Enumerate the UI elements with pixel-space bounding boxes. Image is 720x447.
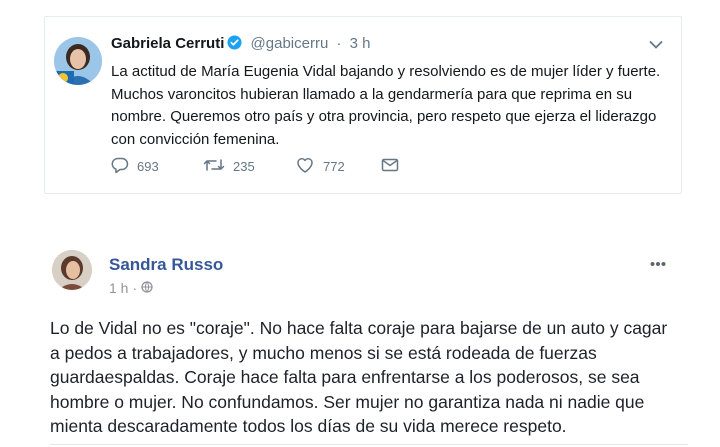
post-meta: 1 h · — [109, 280, 153, 296]
avatar-image — [52, 250, 92, 290]
tweet-time[interactable]: 3 h — [350, 35, 371, 52]
retweet-count: 235 — [233, 158, 255, 174]
author-name[interactable]: Sandra Russo — [109, 255, 223, 275]
globe-icon[interactable] — [141, 280, 153, 296]
tweet-text: La actitud de María Eugenia Vidal bajand… — [111, 63, 661, 148]
like-count: 772 — [323, 158, 345, 174]
tweet-header: Gabriela Cerruti @gabicerru · 3 h — [111, 35, 371, 54]
meta-separator: · — [336, 35, 342, 52]
meta-separator: · — [132, 280, 138, 296]
direct-message-button[interactable] — [381, 157, 399, 176]
reply-icon — [111, 156, 129, 177]
retweet-icon — [203, 156, 225, 177]
avatar[interactable] — [52, 250, 92, 290]
avatar-image — [54, 37, 102, 85]
avatar[interactable] — [54, 37, 102, 85]
chevron-down-icon[interactable] — [649, 37, 663, 55]
divider — [50, 444, 688, 445]
reply-button[interactable]: 693 — [111, 156, 203, 177]
reply-count: 693 — [137, 158, 159, 174]
facebook-post: Sandra Russo 1 h · Lo de Vidal no es "co… — [32, 238, 688, 447]
more-dots-icon[interactable] — [650, 254, 666, 272]
post-time[interactable]: 1 h — [109, 280, 128, 296]
like-button[interactable]: 772 — [295, 156, 381, 177]
envelope-icon — [381, 157, 399, 176]
post-text: Lo de Vidal no es "coraje". No hace falt… — [50, 318, 668, 436]
heart-icon — [295, 156, 315, 177]
author-handle[interactable]: @gabicerru — [251, 35, 329, 52]
tweet-actions: 693 235 772 — [111, 155, 399, 177]
verified-badge-icon — [227, 35, 242, 54]
author-name[interactable]: Gabriela Cerruti — [111, 35, 224, 52]
retweet-button[interactable]: 235 — [203, 156, 295, 177]
tweet-card: Gabriela Cerruti @gabicerru · 3 h La act… — [44, 16, 682, 194]
